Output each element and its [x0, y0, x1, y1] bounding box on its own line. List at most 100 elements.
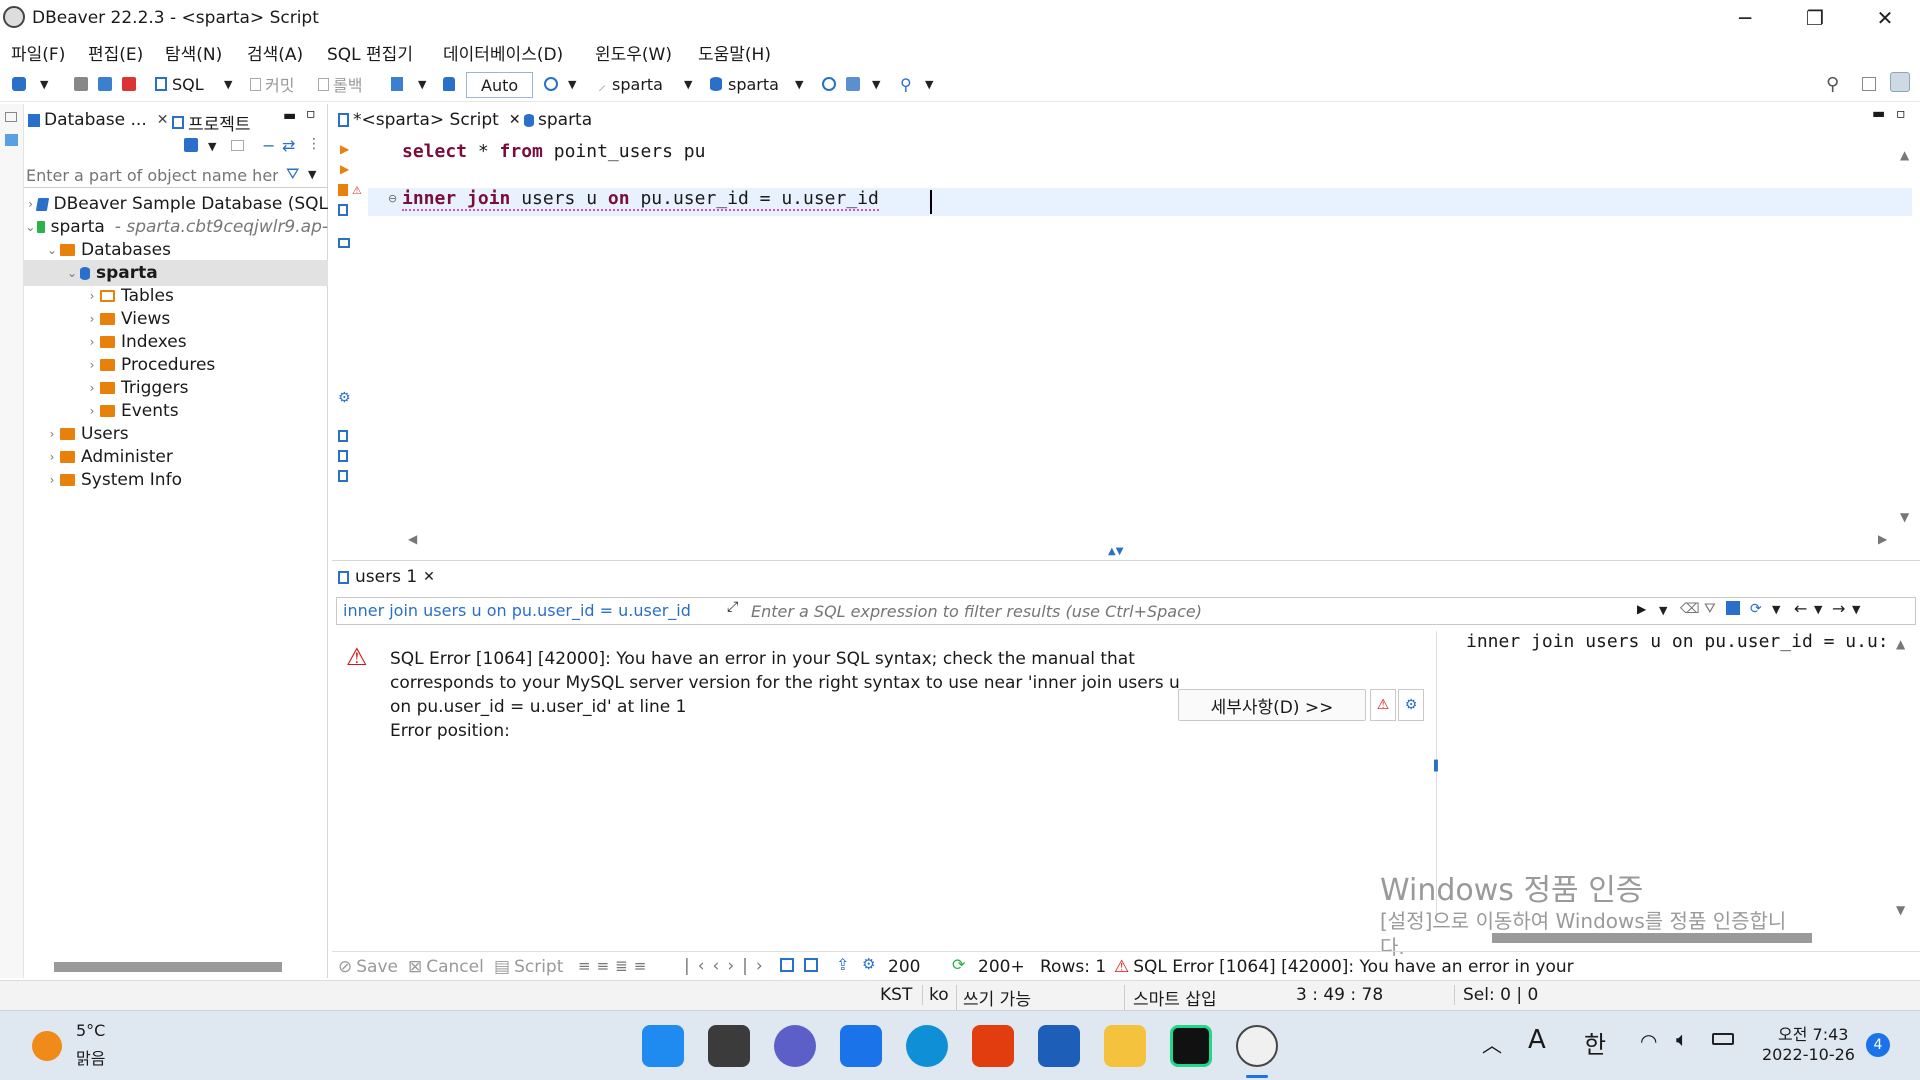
start-button-icon[interactable] — [642, 1025, 684, 1067]
back-icon[interactable]: ← — [1794, 599, 1807, 618]
scroll-up-icon[interactable]: ▲ — [1900, 148, 1909, 162]
fetch-next-icon[interactable] — [780, 958, 794, 972]
file-explorer-icon[interactable] — [1104, 1025, 1146, 1067]
search-dropdown-icon[interactable]: ▼ — [925, 73, 933, 95]
fetch-size-settings-icon[interactable]: ⚙ — [862, 955, 875, 973]
tab-sparta-script[interactable]: *<sparta> Script ✕ — [338, 110, 521, 130]
scroll-left-icon[interactable]: ◀ — [408, 532, 417, 546]
side-horizontal-scrollbar[interactable] — [1492, 933, 1812, 943]
sql-dropdown-icon[interactable]: ▼ — [224, 73, 232, 95]
schema-selector[interactable]: sparta — [710, 73, 779, 95]
link-editor-icon[interactable]: ⇄ — [282, 136, 295, 155]
transaction-mode-dropdown-icon[interactable]: ▼ — [418, 73, 426, 95]
horizontal-scrollbar[interactable] — [54, 962, 282, 972]
commit-button[interactable]: 커밋 — [250, 73, 294, 95]
back-dropdown-icon[interactable]: ▼ — [1814, 603, 1822, 616]
auto-commit-mode-button[interactable]: Auto — [466, 72, 534, 98]
global-search-icon[interactable]: ⚲ — [1826, 73, 1839, 95]
fetch-size-value[interactable]: 200 — [888, 957, 920, 977]
maximize-button[interactable]: ❐ — [1780, 0, 1850, 36]
chevron-down-icon[interactable]: ⌄ — [44, 243, 60, 257]
chevron-right-icon[interactable]: › — [84, 358, 100, 372]
fetch-all-icon[interactable] — [804, 958, 818, 972]
terminal-icon[interactable] — [338, 238, 350, 248]
show-hidden-icons-icon[interactable]: ︿ — [1482, 1029, 1502, 1058]
explain-plan-icon[interactable] — [338, 184, 348, 196]
ime-mode-indicator[interactable]: A — [1528, 1025, 1546, 1055]
menu-file[interactable]: 파일(F) — [11, 40, 65, 65]
chevron-right-icon[interactable]: › — [44, 450, 60, 464]
weather-sun-icon[interactable] — [32, 1031, 62, 1061]
collapse-all-icon[interactable]: − — [262, 136, 275, 155]
schema-dropdown-icon[interactable]: ▼ — [795, 73, 803, 95]
refresh-icon[interactable]: ⟳ — [1750, 601, 1762, 617]
clock-time[interactable]: 오전 7:43 — [1778, 1021, 1848, 1045]
chevron-down-icon[interactable]: ⌄ — [24, 220, 37, 234]
active-query-label[interactable]: inner join users u on pu.user_id = u.use… — [343, 601, 691, 620]
code-line-1[interactable]: select * from point_users pu — [402, 141, 705, 162]
save-filter-icon[interactable] — [1726, 601, 1740, 615]
export-data-icon[interactable]: ⇪ — [836, 955, 849, 974]
history-dropdown-icon[interactable]: ▼ — [568, 73, 576, 95]
teams-chat-icon[interactable] — [774, 1025, 816, 1067]
minimize-panel-icon[interactable]: ▬ — [283, 108, 296, 124]
connect-icon[interactable] — [74, 73, 88, 95]
chevron-right-icon[interactable]: › — [24, 197, 37, 211]
history-icon[interactable] — [544, 73, 558, 95]
chevron-right-icon[interactable]: › — [84, 404, 100, 418]
chevron-right-icon[interactable]: › — [84, 289, 100, 303]
new-connection-small-icon[interactable] — [184, 138, 198, 152]
mail-icon[interactable] — [840, 1025, 882, 1067]
new-connection-icon[interactable] — [12, 73, 26, 95]
menu-window[interactable]: 윈도우(W) — [595, 40, 672, 65]
close-tab-icon[interactable]: ✕ — [157, 112, 169, 128]
new-connection-dropdown-icon[interactable]: ▼ — [40, 73, 48, 95]
microsoft-store-icon[interactable] — [1038, 1025, 1080, 1067]
refresh-results-icon[interactable]: ⟳ — [952, 955, 965, 974]
scroll-right-icon[interactable]: ▶ — [1878, 532, 1887, 546]
code-line-2[interactable]: inner join users u on pu.user_id = u.use… — [402, 188, 879, 211]
error-details-button[interactable]: 세부사항(D) >> — [1178, 689, 1366, 721]
apply-filter-icon[interactable]: ▶ — [1637, 602, 1646, 616]
transaction-mode-icon[interactable] — [391, 73, 403, 95]
splitter-toggle-icon[interactable]: ▌ — [1434, 761, 1442, 772]
results-filter-input[interactable] — [751, 601, 1651, 621]
tree-item-sparta-database[interactable]: ⌄ sparta — [24, 260, 328, 286]
collapse-folder-icon[interactable] — [231, 140, 244, 151]
office-icon[interactable] — [972, 1025, 1014, 1067]
help-icon[interactable]: ⚙ — [1398, 689, 1424, 721]
sql-editor-button[interactable]: SQL — [155, 73, 204, 95]
open-perspective-icon[interactable] — [1862, 73, 1876, 95]
scroll-down-icon[interactable]: ▼ — [1896, 903, 1905, 917]
settings-gear-icon[interactable]: ⚙ — [338, 390, 351, 406]
fold-marker-icon[interactable]: ⊖ — [388, 192, 397, 205]
chevron-right-icon[interactable]: › — [84, 381, 100, 395]
menu-help[interactable]: 도움말(H) — [698, 40, 771, 65]
search-toolbar-icon[interactable]: ⚲ — [900, 73, 912, 95]
maximize-panel-icon[interactable]: ▫ — [306, 106, 316, 122]
notification-badge[interactable]: 4 — [1866, 1033, 1890, 1057]
menu-edit[interactable]: 편집(E) — [88, 40, 143, 65]
row-edit-icons[interactable]: ≡≡≣≡ — [578, 957, 652, 975]
wifi-icon[interactable]: ◠ — [1640, 1029, 1657, 1053]
script-results-button[interactable]: ▤ Script — [494, 957, 563, 977]
clock-date[interactable]: 2022-10-26 — [1762, 1045, 1855, 1064]
format-icon[interactable] — [822, 73, 836, 95]
execute-script-icon[interactable]: ▶ — [340, 162, 349, 176]
sash-toggle-icon[interactable]: ▲▼ — [1108, 546, 1123, 557]
datasource-selector[interactable]: ⸝ sparta — [598, 73, 663, 95]
page-navigation-icons[interactable]: |‹‹›|› — [684, 956, 771, 976]
dbeaver-perspective-icon[interactable] — [1890, 71, 1910, 93]
rollback-button[interactable]: 롤백 — [318, 73, 362, 95]
menu-database[interactable]: 데이터베이스(D) — [443, 40, 563, 65]
scroll-up-icon[interactable]: ▲ — [1896, 637, 1905, 651]
export-icon[interactable] — [338, 430, 348, 442]
disconnect-all-icon[interactable] — [122, 73, 136, 95]
weather-temperature[interactable]: 5°C — [76, 1021, 105, 1040]
dbeaver-taskbar-icon[interactable] — [1236, 1025, 1278, 1067]
tab-sparta-editor[interactable]: sparta — [524, 110, 592, 130]
chevron-right-icon[interactable]: › — [44, 427, 60, 441]
lock-icon[interactable] — [443, 73, 455, 95]
tab-project[interactable]: 프로젝트 — [172, 110, 251, 135]
chevron-down-icon[interactable]: ⌄ — [64, 266, 80, 280]
